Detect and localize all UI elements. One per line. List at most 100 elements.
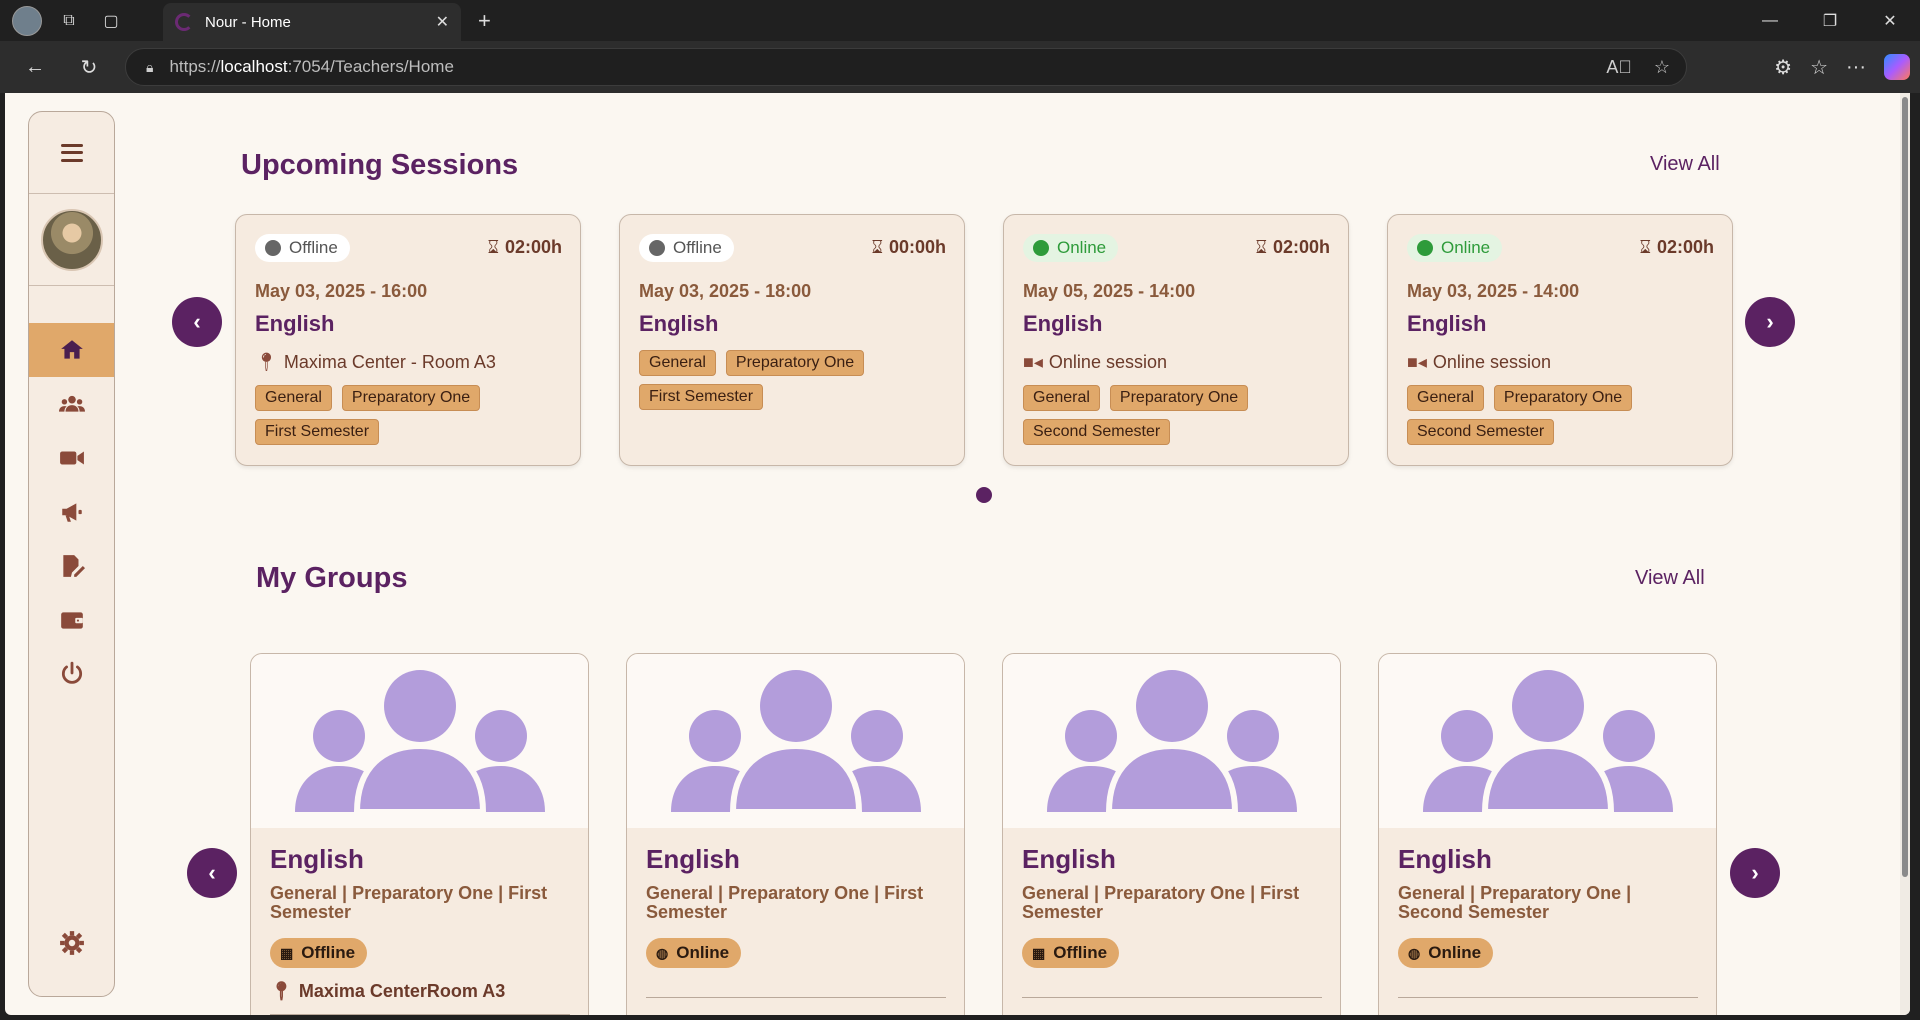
session-duration: ⌛︎ 00:00h — [872, 237, 946, 258]
settings-button[interactable] — [29, 930, 114, 956]
lock-icon: 🔒︎ — [146, 58, 154, 75]
session-mode-label: Offline — [673, 238, 722, 257]
session-card[interactable]: Online ⌛︎ 02:00h May 05, 2025 - 14:00 Eng… — [1003, 214, 1349, 466]
sidebar-item-groups[interactable] — [29, 377, 114, 431]
carousel-indicator-dot[interactable] — [976, 487, 992, 503]
group-mode-label: Online — [1428, 943, 1482, 962]
new-tab-icon[interactable]: + — [478, 8, 491, 34]
sessions-prev-button[interactable]: ‹ — [172, 297, 222, 347]
more-icon[interactable]: ··· — [1846, 56, 1866, 79]
reload-icon[interactable]: ↻ — [72, 50, 106, 84]
duration-value: 02:00h — [504, 237, 562, 257]
building-icon: ▦ — [1032, 944, 1046, 961]
close-tab-icon[interactable]: ✕ — [436, 12, 449, 32]
scrollbar-thumb[interactable] — [1902, 97, 1908, 877]
workspaces-icon[interactable]: ⧉ — [54, 6, 84, 36]
tag: Preparatory One — [1109, 385, 1249, 411]
group-image — [251, 654, 588, 828]
sidebar — [28, 111, 115, 997]
my-groups-title: My Groups — [256, 562, 408, 594]
group-card[interactable]: English General | Preparatory One | Firs… — [250, 653, 589, 1015]
session-duration: ⌛︎ 02:00h — [1640, 237, 1714, 258]
group-description: General | Preparatory One | First Semest… — [1022, 883, 1300, 922]
window-controls: — ❐ ✕ — [1740, 0, 1920, 41]
session-card[interactable]: Offline ⌛︎ 02:00h May 03, 2025 - 16:00 En… — [235, 214, 581, 466]
groups-prev-button[interactable]: ‹ — [187, 848, 237, 898]
group-card[interactable]: English General | Preparatory One | Firs… — [1002, 653, 1341, 1015]
building-icon: ▦ — [280, 944, 294, 961]
tag: Preparatory One — [1493, 385, 1633, 411]
megaphone-icon — [61, 503, 82, 522]
video-icon — [59, 451, 84, 465]
session-card[interactable]: Offline ⌛︎ 00:00h May 03, 2025 - 18:00 En… — [619, 214, 965, 466]
copilot-icon[interactable] — [1884, 54, 1910, 80]
globe-icon — [1033, 240, 1049, 256]
sidebar-item-logout[interactable] — [29, 647, 114, 701]
location-text: Maxima CenterRoom A3 — [298, 981, 506, 1001]
tag: General — [639, 350, 716, 376]
session-card[interactable]: Online ⌛︎ 02:00h May 03, 2025 - 14:00 Eng… — [1387, 214, 1733, 466]
globe-icon — [1417, 240, 1433, 256]
minimize-icon[interactable]: — — [1740, 0, 1800, 41]
group-card[interactable]: English General | Preparatory One | Seco… — [1378, 653, 1717, 1015]
profile-avatar[interactable] — [12, 5, 42, 36]
tab-title: Nour - Home — [205, 13, 291, 31]
hourglass-icon: ⌛︎ — [871, 237, 883, 257]
session-mode-badge: Online — [1023, 234, 1119, 262]
tab-actions-icon[interactable]: ▢ — [96, 6, 126, 36]
session-date: May 03, 2025 - 14:00 — [1407, 281, 1580, 301]
sidebar-item-wallet[interactable] — [29, 593, 114, 647]
tag: First Semester — [639, 384, 764, 410]
location-text: Online session — [1048, 352, 1167, 372]
group-image — [627, 654, 964, 828]
close-window-icon[interactable]: ✕ — [1860, 0, 1920, 41]
session-tags: General Preparatory One First Semester — [639, 350, 949, 410]
session-date: May 05, 2025 - 14:00 — [1023, 281, 1196, 301]
wallet-icon — [60, 612, 83, 629]
session-mode-label: Online — [1057, 238, 1107, 257]
divider — [1398, 997, 1698, 998]
sessions-view-all-link[interactable]: View All — [1650, 153, 1720, 176]
group-image — [1003, 654, 1340, 828]
group-subject: English — [270, 844, 364, 874]
group-subject: English — [1022, 844, 1116, 874]
sessions-next-button[interactable]: › — [1745, 297, 1795, 347]
tag: General — [1023, 385, 1100, 411]
sidebar-item-exams[interactable] — [29, 539, 114, 593]
sidebar-item-announcements[interactable] — [29, 485, 114, 539]
address-bar[interactable]: 🔒︎ https://localhost:7054/Teachers/Home … — [125, 48, 1687, 86]
gear-icon — [59, 931, 84, 955]
group-description: General | Preparatory One | First Semest… — [270, 883, 548, 922]
location-text: Online session — [1432, 352, 1551, 372]
avatar[interactable] — [40, 208, 103, 271]
browser-tab-home[interactable]: Nour - Home ✕ — [163, 3, 461, 41]
groups-next-button[interactable]: › — [1730, 848, 1780, 898]
menu-toggle-button[interactable] — [29, 112, 114, 194]
page-content: Upcoming Sessions View All ‹ › Offline ⌛… — [5, 93, 1910, 1015]
groups-view-all-link[interactable]: View All — [1635, 567, 1705, 590]
session-mode-badge: Online — [1407, 234, 1503, 262]
favorite-star-icon[interactable]: ☆ — [1654, 57, 1670, 78]
page-scrollbar[interactable] — [1900, 93, 1910, 1015]
group-mode-label: Offline — [301, 943, 356, 962]
tag: General — [1407, 385, 1484, 411]
hamburger-icon — [60, 143, 83, 162]
favorites-icon[interactable]: ☆ — [1810, 55, 1828, 80]
session-tags: General Preparatory One First Semester — [255, 385, 565, 445]
sidebar-item-sessions[interactable] — [29, 431, 114, 485]
group-subject: English — [646, 844, 740, 874]
tag: Preparatory One — [725, 350, 865, 376]
group-subject: English — [1398, 844, 1492, 874]
group-image — [1379, 654, 1716, 828]
session-mode-label: Online — [1441, 238, 1491, 257]
read-aloud-icon[interactable]: A᪲ — [1606, 57, 1632, 78]
url-host: localhost — [220, 57, 288, 76]
session-duration: ⌛︎ 02:00h — [1256, 237, 1330, 258]
sidebar-item-home[interactable] — [29, 323, 114, 377]
group-card[interactable]: English General | Preparatory One | Firs… — [626, 653, 965, 1015]
session-date: May 03, 2025 - 18:00 — [639, 281, 812, 301]
restore-icon[interactable]: ❐ — [1800, 0, 1860, 41]
edit-file-icon — [62, 555, 85, 577]
back-icon[interactable]: ← — [18, 50, 52, 84]
extensions-icon[interactable]: ⚙︎ — [1774, 55, 1792, 80]
